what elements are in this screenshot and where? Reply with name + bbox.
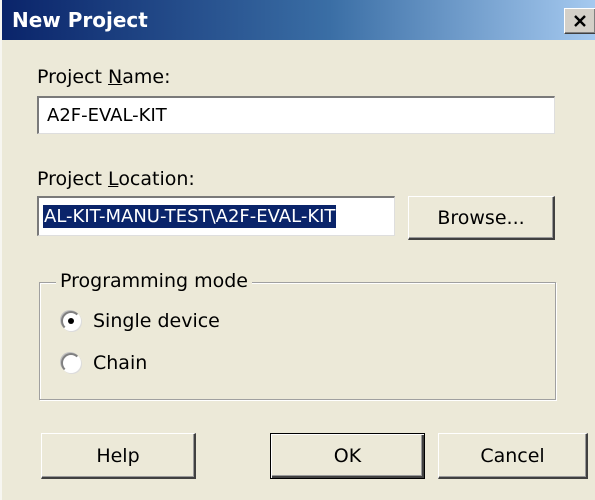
ok-button[interactable]: OK (270, 433, 425, 479)
radio-chain[interactable]: Chain (61, 352, 147, 374)
project-location-value: AL-KIT-MANU-TEST\A2F-EVAL-KIT (43, 205, 337, 228)
cancel-button[interactable]: Cancel (438, 433, 588, 479)
programming-mode-legend: Programming mode (56, 270, 252, 292)
browse-button-label: Browse... (437, 206, 525, 229)
radio-button-icon (61, 353, 81, 373)
project-name-label: Project Name: (37, 66, 171, 88)
help-button[interactable]: Help (41, 433, 196, 479)
help-button-label: Help (96, 444, 140, 467)
radio-button-icon (61, 311, 81, 331)
radio-selected-dot-icon (68, 318, 74, 324)
cancel-button-label: Cancel (480, 444, 545, 467)
project-name-input[interactable] (37, 96, 555, 134)
title-bar[interactable]: New Project (2, 0, 595, 40)
browse-button[interactable]: Browse... (408, 196, 555, 240)
radio-single-device-label: Single device (93, 310, 220, 332)
project-location-label-prefix: Project (37, 168, 109, 190)
project-location-label: Project Location: (37, 168, 195, 190)
project-location-label-suffix: ocation: (118, 168, 195, 190)
close-icon (574, 15, 586, 27)
project-name-label-prefix: Project (37, 66, 109, 88)
project-location-label-accelerator: L (108, 168, 119, 190)
project-name-label-suffix: ame: (122, 66, 171, 88)
ok-button-label: OK (333, 445, 362, 467)
close-button[interactable] (564, 8, 595, 34)
window-title: New Project (12, 8, 148, 32)
programming-mode-group (39, 282, 556, 400)
radio-single-device[interactable]: Single device (61, 310, 220, 332)
new-project-dialog: New Project Project Name: Project Locati… (0, 0, 595, 500)
project-location-input[interactable]: AL-KIT-MANU-TEST\A2F-EVAL-KIT (37, 196, 395, 236)
project-name-label-accelerator: N (108, 66, 123, 88)
radio-chain-label: Chain (93, 352, 148, 374)
